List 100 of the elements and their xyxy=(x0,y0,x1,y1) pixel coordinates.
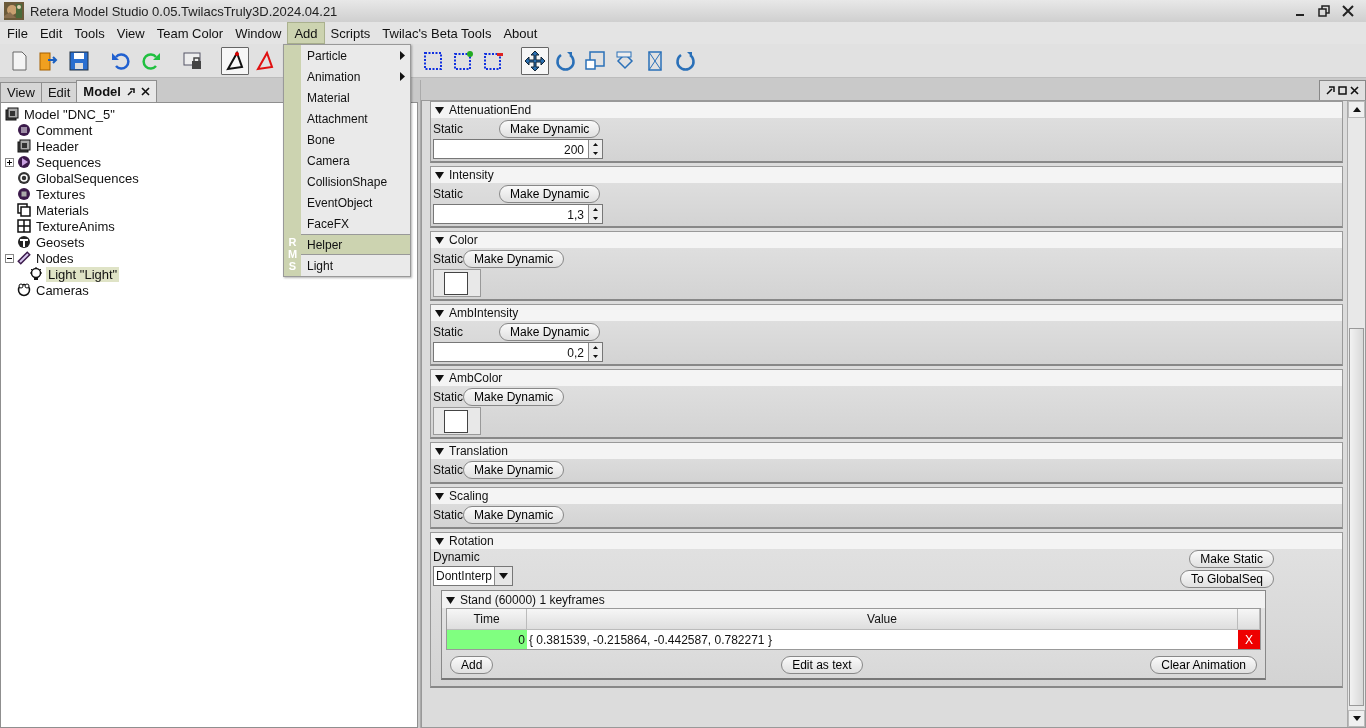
selection-icon xyxy=(422,49,444,72)
make-dynamic-button[interactable]: Make Dynamic xyxy=(499,185,601,203)
menu-item[interactable]: CollisionShape xyxy=(301,171,410,192)
number-spinner[interactable]: 200 xyxy=(433,139,603,159)
make-dynamic-button[interactable]: Make Dynamic xyxy=(463,388,565,406)
menu-item[interactable]: Camera xyxy=(301,150,410,171)
maximize-icon[interactable] xyxy=(1338,86,1347,95)
menu-item[interactable]: Attachment xyxy=(301,108,410,129)
property-title: Rotation xyxy=(449,534,494,548)
tree-item[interactable]: Sequences xyxy=(34,154,104,170)
color-picker-button[interactable] xyxy=(433,269,481,297)
tree-item[interactable]: Header xyxy=(34,138,81,154)
collapse-triangle-icon[interactable] xyxy=(435,374,444,382)
menu-item[interactable]: Helper xyxy=(301,234,410,255)
scrollbar[interactable] xyxy=(1347,101,1365,727)
value-cell[interactable]: { 0.381539, -0.215864, -0.442587, 0.782271 } xyxy=(527,629,1238,649)
tree-item[interactable]: Materials xyxy=(34,202,91,218)
menu-item[interactable]: Window xyxy=(229,22,288,44)
tree-item[interactable]: Comment xyxy=(34,122,95,138)
delete-keyframe-button[interactable]: X xyxy=(1238,629,1260,649)
make-dynamic-button[interactable]: Make Dynamic xyxy=(499,323,601,341)
property-title: Scaling xyxy=(449,489,489,503)
triangle-icon xyxy=(224,49,246,72)
menu-item[interactable]: Bone xyxy=(301,129,410,150)
track-title: Stand (60000) 1 keyframes xyxy=(460,592,605,607)
tree-item[interactable]: Geosets xyxy=(34,234,87,250)
restore-icon[interactable] xyxy=(1318,5,1330,17)
tree-item[interactable]: GlobalSequences xyxy=(34,170,141,186)
collapse-triangle-icon[interactable] xyxy=(435,309,444,317)
make-dynamic-button[interactable]: Make Dynamic xyxy=(463,250,565,268)
grid-icon xyxy=(17,219,31,233)
mode-label: Static xyxy=(433,252,463,266)
menu-item[interactable]: Light xyxy=(301,255,410,276)
make-dynamic-button[interactable]: Make Dynamic xyxy=(463,506,565,524)
close-icon[interactable] xyxy=(140,87,150,96)
collapse-triangle-icon[interactable] xyxy=(435,106,444,114)
track-button[interactable]: Add xyxy=(450,656,494,674)
pin-icon[interactable] xyxy=(1326,86,1335,95)
track-button[interactable]: Clear Animation xyxy=(1150,656,1257,674)
menu-item[interactable]: File xyxy=(1,22,34,44)
menu-item[interactable]: Tools xyxy=(68,22,111,44)
collapse-triangle-icon[interactable] xyxy=(435,492,444,500)
animation-button[interactable]: Make Static xyxy=(1189,550,1274,568)
number-spinner[interactable]: 0,2 xyxy=(433,342,603,362)
menu-item[interactable]: Add xyxy=(287,22,325,44)
folder-arrow-icon xyxy=(38,49,60,72)
menu-item[interactable]: About xyxy=(497,22,544,44)
collapse-triangle-icon[interactable] xyxy=(435,236,444,244)
menu-item[interactable]: Material xyxy=(301,87,410,108)
close-icon[interactable] xyxy=(1350,86,1359,95)
menu-item[interactable]: Particle xyxy=(301,45,410,66)
menu-item[interactable]: Animation xyxy=(301,66,410,87)
toolbar-button[interactable] xyxy=(221,46,249,75)
menu-item[interactable]: FaceFX xyxy=(301,213,410,234)
cube-icon xyxy=(17,139,31,153)
menu-item[interactable]: Edit xyxy=(33,22,69,44)
selection-add-icon xyxy=(452,49,474,72)
menu-item[interactable]: Team Color xyxy=(150,22,230,44)
time-cell[interactable]: 0 xyxy=(447,629,527,649)
make-dynamic-button[interactable]: Make Dynamic xyxy=(463,461,565,479)
column-header: Value xyxy=(527,609,1238,629)
tab[interactable]: View xyxy=(0,82,42,102)
property-title: Translation xyxy=(449,444,508,458)
tree-item[interactable]: Nodes xyxy=(34,250,76,266)
interpolation-dropdown[interactable]: DontInterp xyxy=(433,566,514,586)
tree-item[interactable]: TextureAnims xyxy=(34,218,117,234)
toolbar-button[interactable] xyxy=(521,46,549,75)
scroll-thumb[interactable] xyxy=(1349,328,1364,706)
tree-item[interactable]: Light "Light" xyxy=(46,266,120,282)
scroll-down-icon[interactable] xyxy=(1352,716,1361,721)
figure-icon xyxy=(17,235,31,249)
menu-item[interactable]: Twilac's Beta Tools xyxy=(376,22,498,44)
tree-item[interactable]: Model "DNC_5" xyxy=(22,106,117,122)
make-dynamic-button[interactable]: Make Dynamic xyxy=(499,120,601,138)
collapse-toggle-icon[interactable] xyxy=(5,253,14,263)
tab[interactable]: Model xyxy=(76,80,157,102)
property-title: AmbColor xyxy=(449,371,503,385)
tree-item[interactable]: Textures xyxy=(34,186,88,202)
close-icon[interactable] xyxy=(1342,5,1354,17)
window-title: Retera Model Studio 0.05.TwilacsTruly3D.2024.04.21 xyxy=(30,3,339,19)
expand-toggle-icon[interactable] xyxy=(5,157,14,167)
extrude-icon xyxy=(614,49,636,72)
menu-item[interactable]: EventObject xyxy=(301,192,410,213)
property-title: AttenuationEnd xyxy=(449,103,532,117)
save-icon xyxy=(68,49,90,72)
menu-item[interactable]: Scripts xyxy=(324,22,377,44)
collapse-triangle-icon[interactable] xyxy=(446,595,455,604)
track-button[interactable]: Edit as text xyxy=(781,656,863,674)
rotate-icon xyxy=(674,49,696,72)
collapse-triangle-icon[interactable] xyxy=(435,447,444,455)
color-picker-button[interactable] xyxy=(433,407,481,435)
number-spinner[interactable]: 1,3 xyxy=(433,204,603,224)
animation-button[interactable]: To GlobalSeq xyxy=(1179,570,1274,588)
tree-item[interactable]: Cameras xyxy=(34,282,91,298)
collapse-triangle-icon[interactable] xyxy=(435,171,444,179)
collapse-triangle-icon[interactable] xyxy=(435,537,444,545)
pin-icon[interactable] xyxy=(126,87,135,96)
camera-icon xyxy=(17,283,31,297)
scroll-up-icon[interactable] xyxy=(1352,107,1361,112)
menu-item[interactable]: View xyxy=(110,22,151,44)
